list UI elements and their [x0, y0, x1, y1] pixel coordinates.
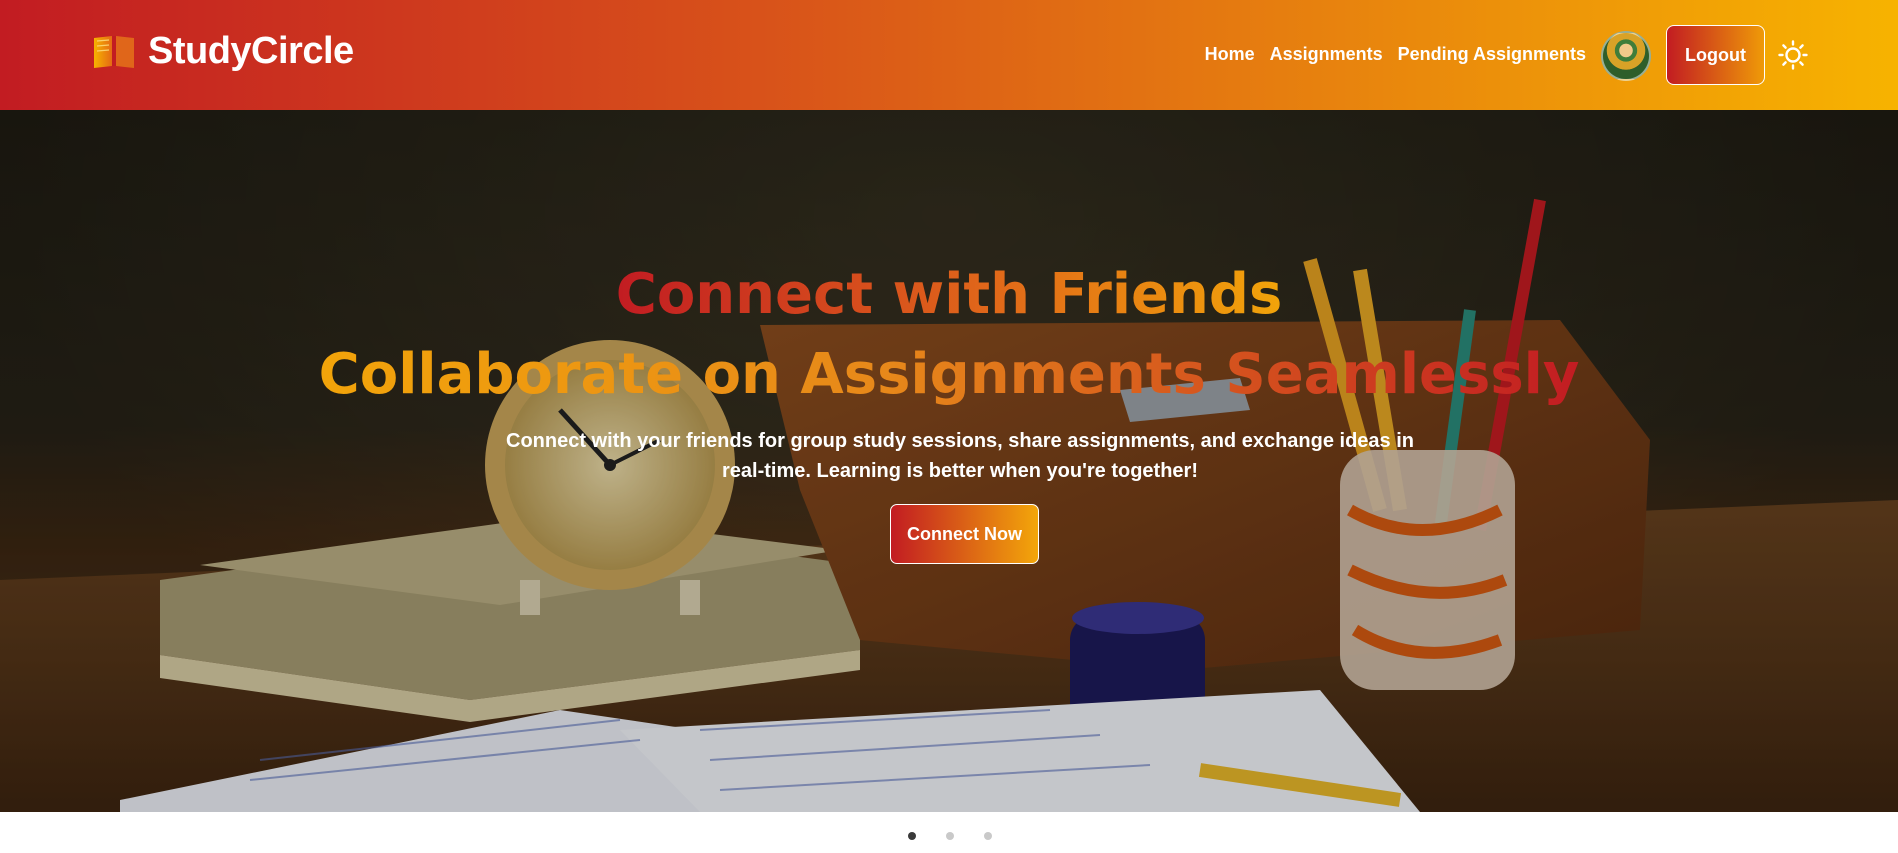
hero-description: Connect with your friends for group stud…	[506, 430, 1414, 482]
carousel-dot-1[interactable]	[908, 832, 916, 840]
open-book-icon	[94, 35, 134, 68]
logout-button[interactable]: Logout	[1666, 25, 1765, 85]
carousel-dot-3[interactable]	[984, 832, 992, 840]
nav-home-link[interactable]: Home	[1205, 44, 1255, 65]
nav-assignments-link[interactable]: Assignments	[1270, 44, 1383, 65]
navbar: StudyCircle Home Assignments Pending Ass…	[0, 0, 1898, 110]
user-avatar[interactable]	[1601, 31, 1651, 81]
nav-pending-assignments-link[interactable]: Pending Assignments	[1398, 44, 1586, 65]
carousel-pagination	[908, 832, 992, 840]
brand-name: StudyCircle	[148, 30, 354, 72]
sun-icon[interactable]	[1778, 40, 1808, 70]
hero-title-line2: Collaborate on Assignments Seamlessly	[318, 342, 1580, 407]
hero-title-line1: Connect with Friends	[615, 262, 1283, 327]
connect-now-button[interactable]: Connect Now	[890, 504, 1039, 564]
brand[interactable]: StudyCircle	[90, 30, 354, 73]
carousel-dot-2[interactable]	[946, 832, 954, 840]
hero-slide: Connect with Friends Collaborate on Assi…	[0, 110, 1898, 812]
nav-links: Home Assignments Pending Assignments	[1205, 44, 1586, 65]
